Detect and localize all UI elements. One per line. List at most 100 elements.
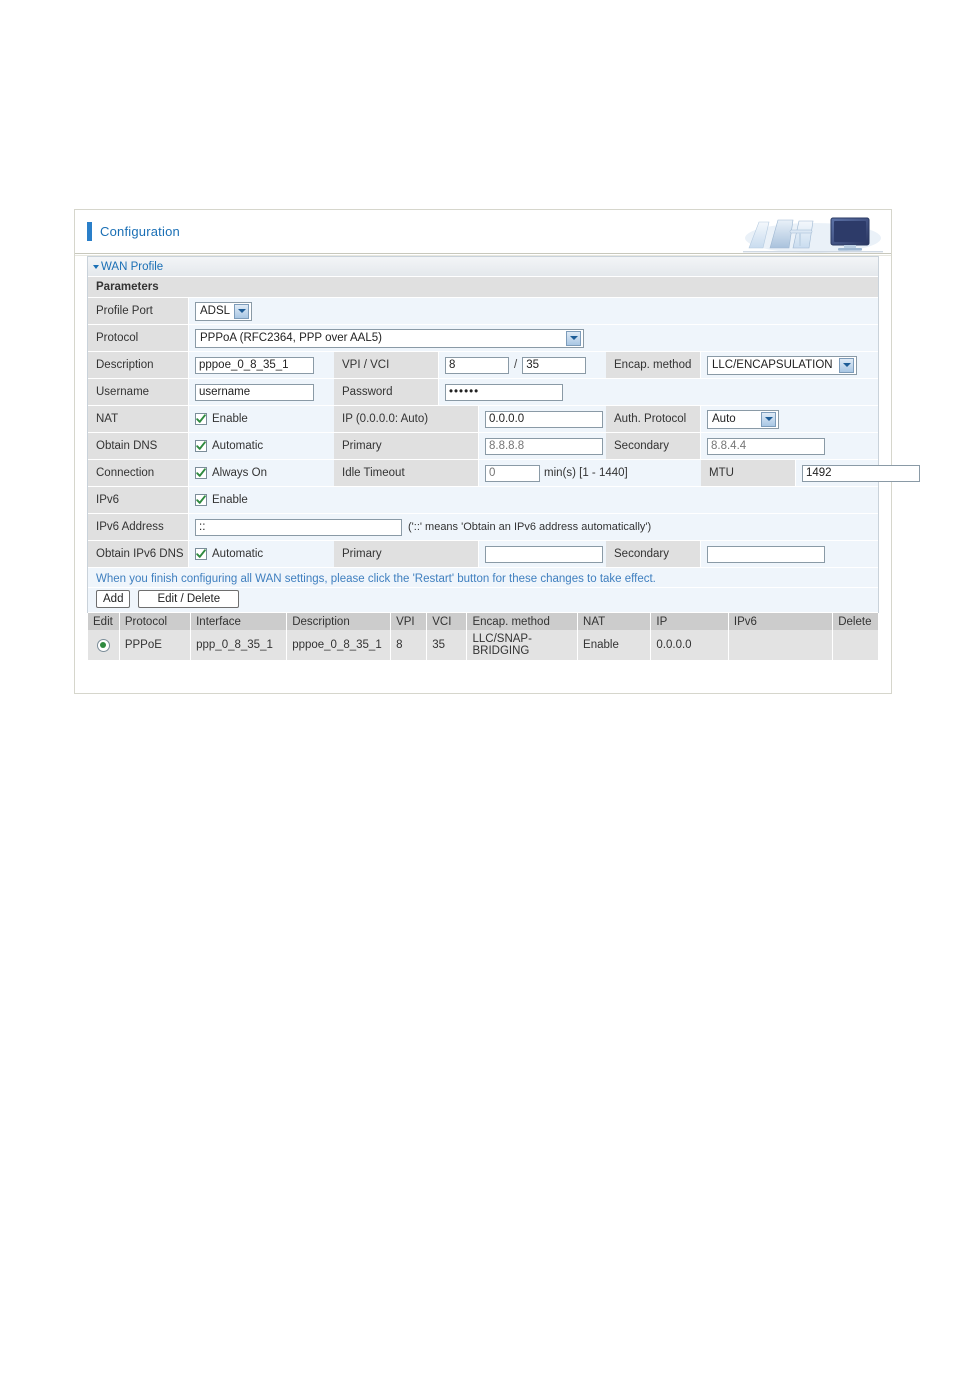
cell-encap-method: LLC/SNAP-BRIDGING [467, 630, 578, 660]
row-protocol: Protocol PPPoA (RFC2364, PPP over AAL5) [88, 325, 878, 352]
cell-interface: ppp_0_8_35_1 [191, 630, 287, 660]
cell-delete[interactable] [833, 630, 878, 660]
row-nat: NAT Enable IP (0.0.0.0: Auto) Auth. Prot… [88, 406, 878, 433]
add-button[interactable]: Add [96, 590, 131, 608]
label-username: Username [88, 379, 189, 405]
page-title-group: Configuration [87, 222, 180, 241]
page-banner: Configuration [75, 210, 891, 256]
dns-secondary-input[interactable] [707, 437, 825, 455]
nat-enable-label: Enable [212, 413, 248, 425]
field-ipv6[interactable]: Enable [189, 487, 878, 513]
section-header-wan-profile[interactable]: WAN Profile [88, 257, 878, 277]
label-description: Description [88, 352, 189, 378]
label-ipv6: IPv6 [88, 487, 189, 513]
field-ipv6-dns-primary [479, 541, 606, 567]
label-auth-protocol: Auth. Protocol [606, 406, 701, 432]
obtain-ipv6-dns-automatic-checkbox[interactable] [195, 548, 207, 560]
section-title: WAN Profile [101, 260, 164, 273]
obtain-dns-automatic-label: Automatic [212, 440, 264, 452]
ipv6-dns-primary-input[interactable] [485, 545, 603, 563]
field-dns-secondary [701, 433, 878, 459]
title-accent-bar [87, 222, 92, 241]
ipv6-enable-checkbox[interactable] [195, 494, 207, 506]
label-dns-primary: Primary [334, 433, 479, 459]
auth-protocol-select[interactable]: Auto [707, 409, 779, 429]
router-config-page: Configuration WAN Profile Parameters Pro… [74, 209, 920, 694]
label-connection: Connection [88, 460, 189, 486]
chevron-down-icon [761, 411, 776, 427]
description-input[interactable] [195, 356, 314, 374]
dns-primary-input[interactable] [485, 437, 603, 455]
field-mtu [796, 460, 920, 486]
ipv6-address-hint: ('::' means 'Obtain an IPv6 address auto… [408, 521, 652, 533]
profile-port-select[interactable]: ADSL [195, 301, 252, 321]
ipv6-dns-secondary-input[interactable] [707, 545, 825, 563]
wan-profile-card: WAN Profile Parameters Profile Port ADSL… [87, 256, 920, 613]
field-protocol: PPPoA (RFC2364, PPP over AAL5) [189, 325, 878, 351]
action-buttons-row: Add Edit / Delete [88, 588, 878, 613]
col-description: Description [287, 613, 391, 630]
row-username: Username Password [88, 379, 878, 406]
parameters-label: Parameters [96, 281, 159, 293]
restart-note: When you finish configuring all WAN sett… [96, 573, 656, 585]
chevron-down-icon [93, 264, 99, 269]
label-profile-port: Profile Port [88, 298, 189, 324]
vpi-input[interactable] [445, 356, 509, 374]
page-title: Configuration [100, 224, 180, 239]
ip-input[interactable] [485, 410, 603, 428]
col-ip: IP [651, 613, 728, 630]
field-connection[interactable]: Always On [189, 460, 334, 486]
field-username [189, 379, 334, 405]
connection-always-on-checkbox[interactable] [195, 467, 207, 479]
obtain-ipv6-dns-automatic-label: Automatic [212, 548, 264, 560]
field-password [439, 379, 878, 405]
field-nat[interactable]: Enable [189, 406, 334, 432]
col-ipv6: IPv6 [728, 613, 833, 630]
vci-input[interactable] [522, 356, 587, 374]
cell-protocol: PPPoE [119, 630, 191, 660]
cell-ipv6 [728, 630, 833, 660]
cell-edit-radio[interactable] [88, 630, 119, 660]
row-obtain-ipv6-dns: Obtain IPv6 DNS Automatic Primary Second… [88, 541, 878, 568]
edit-delete-button[interactable]: Edit / Delete [138, 590, 240, 608]
label-protocol: Protocol [88, 325, 189, 351]
col-vpi: VPI [391, 613, 427, 630]
chevron-down-icon [234, 303, 249, 319]
office-computers-image [743, 212, 883, 254]
label-vpi-vci: VPI / VCI [334, 352, 439, 378]
idle-timeout-input[interactable] [485, 464, 540, 482]
chevron-down-icon [839, 357, 854, 373]
field-encap-method: LLC/ENCAPSULATION [701, 352, 878, 378]
table-row: PPPoE ppp_0_8_35_1 pppoe_0_8_35_1 8 35 L… [88, 630, 878, 660]
ipv6-address-input[interactable] [195, 518, 402, 536]
field-ip [479, 406, 606, 432]
field-obtain-dns[interactable]: Automatic [189, 433, 334, 459]
password-input[interactable] [445, 383, 563, 401]
col-encap-method: Encap. method [467, 613, 578, 630]
mtu-input[interactable] [802, 464, 920, 482]
connection-always-on-label: Always On [212, 467, 267, 479]
col-vci: VCI [427, 613, 467, 630]
encap-method-select[interactable]: LLC/ENCAPSULATION [707, 355, 857, 375]
label-ipv6-address: IPv6 Address [88, 514, 189, 540]
col-nat: NAT [578, 613, 651, 630]
col-interface: Interface [191, 613, 287, 630]
encap-method-value: LLC/ENCAPSULATION [712, 359, 833, 371]
ipv6-enable-label: Enable [212, 494, 248, 506]
field-obtain-ipv6-dns[interactable]: Automatic [189, 541, 334, 567]
nat-enable-checkbox[interactable] [195, 413, 207, 425]
field-auth-protocol: Auto [701, 406, 878, 432]
label-obtain-dns: Obtain DNS [88, 433, 189, 459]
row-connection: Connection Always On Idle Timeout min(s)… [88, 460, 920, 487]
banner-divider [75, 253, 891, 254]
edit-radio-button[interactable] [96, 638, 110, 652]
username-input[interactable] [195, 383, 314, 401]
field-dns-primary [479, 433, 606, 459]
row-ipv6: IPv6 Enable [88, 487, 878, 514]
obtain-dns-automatic-checkbox[interactable] [195, 440, 207, 452]
field-description [189, 352, 334, 378]
banner-divider-soft [75, 255, 891, 256]
field-ipv6-address: ('::' means 'Obtain an IPv6 address auto… [189, 514, 878, 540]
label-encap-method: Encap. method [606, 352, 701, 378]
protocol-select[interactable]: PPPoA (RFC2364, PPP over AAL5) [195, 328, 584, 348]
